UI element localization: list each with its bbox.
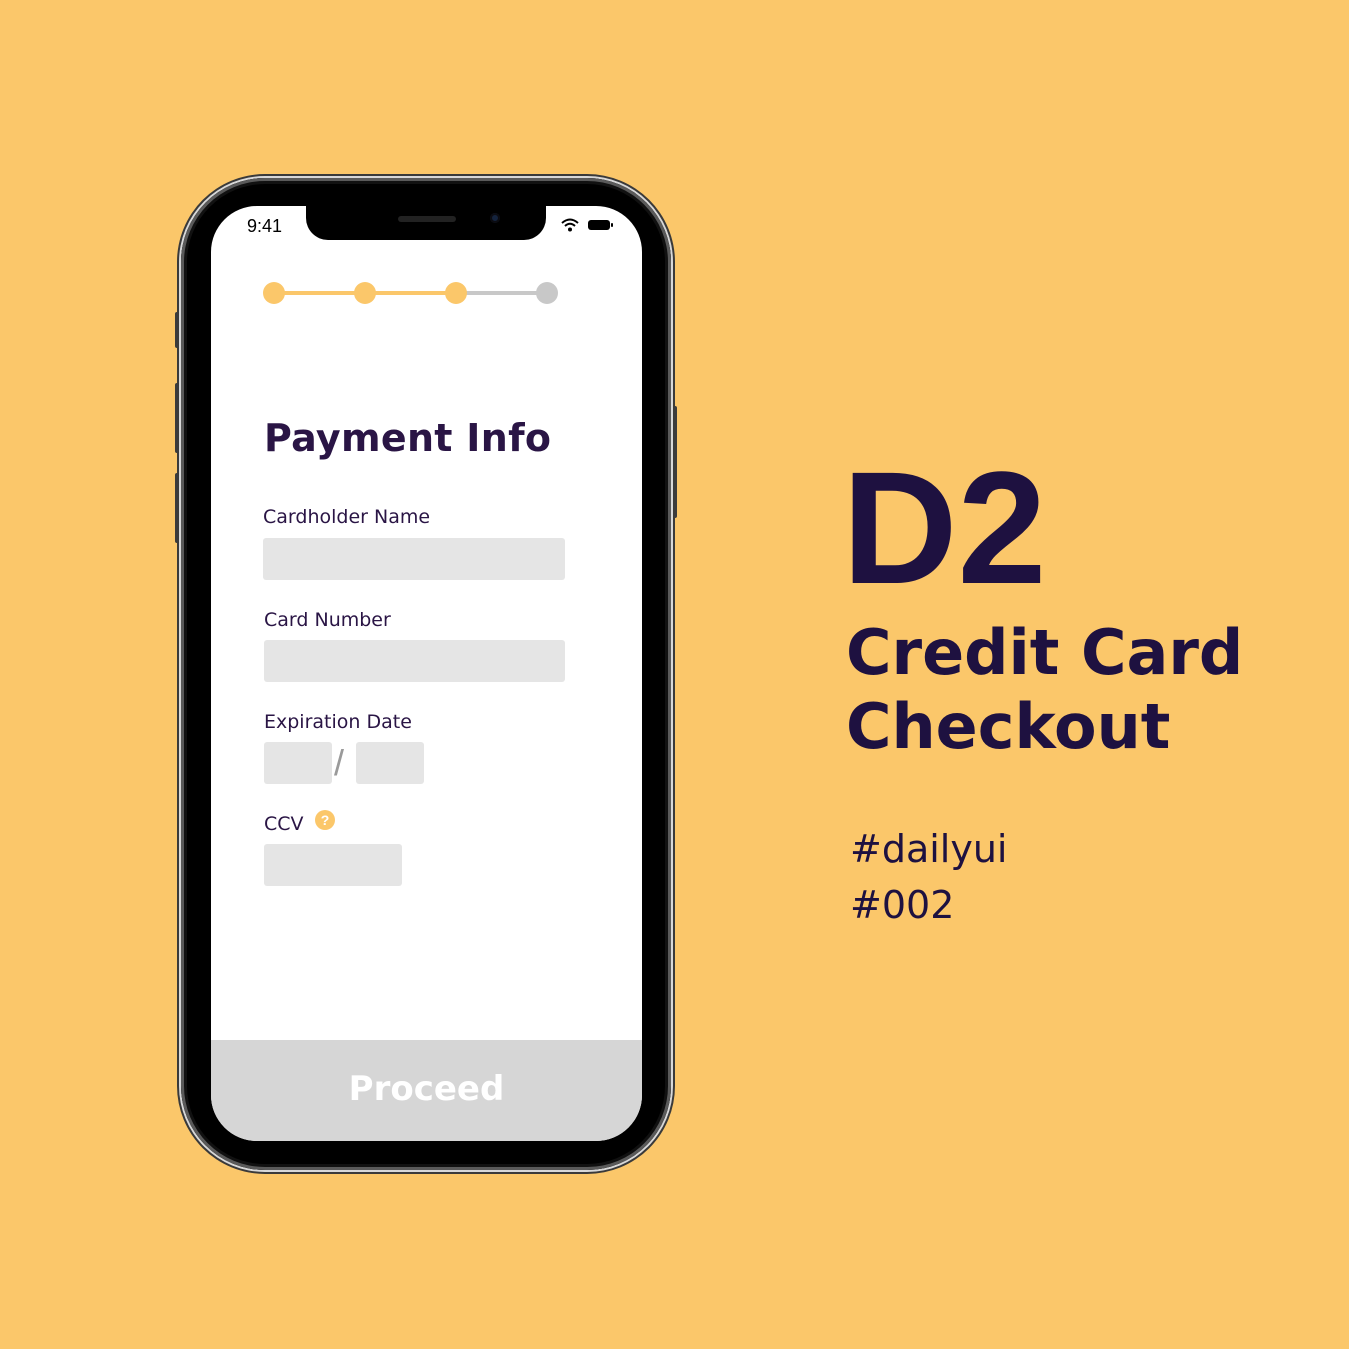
volume-down-button [175,473,179,543]
cardholder-name-label: Cardholder Name [263,506,431,528]
step-dot-4 [536,282,558,304]
hashtag-dailyui: #dailyui [850,827,1008,871]
ccv-label: CCV [264,813,304,835]
card-number-label: Card Number [264,609,391,631]
ccv-help-icon[interactable]: ? [315,810,335,830]
front-camera [490,213,500,223]
expiration-separator: / [334,742,345,783]
battery-icon [588,220,613,230]
heading-line-1: Credit Card [846,616,1244,689]
proceed-button[interactable]: Proceed [211,1040,642,1141]
status-icons [561,218,615,232]
expiration-year-input[interactable] [356,742,424,784]
step-connector [456,291,546,295]
phone-mockup: 9:41 Payment Info Cardholder Name Card N… [175,178,677,1170]
progress-stepper [263,282,563,304]
ccv-input[interactable] [264,844,402,886]
page-title: Payment Info [264,416,552,460]
expiration-month-input[interactable] [264,742,332,784]
notch [306,206,546,240]
step-dot-1 [263,282,285,304]
mute-switch [175,312,179,348]
card-number-input[interactable] [264,640,565,682]
status-time: 9:41 [247,216,283,236]
wifi-icon [561,218,579,232]
challenge-code: D2 [842,438,1047,617]
step-dot-3 [445,282,467,304]
heading-line-2: Checkout [846,690,1171,763]
volume-up-button [175,383,179,453]
cardholder-name-input[interactable] [263,538,565,580]
step-dot-2 [354,282,376,304]
speaker [398,216,456,222]
phone-screen: 9:41 Payment Info Cardholder Name Card N… [211,206,642,1141]
proceed-button-label: Proceed [348,1069,505,1109]
power-button [673,406,677,518]
expiration-date-label: Expiration Date [264,711,412,733]
hashtag-number: #002 [850,883,955,927]
